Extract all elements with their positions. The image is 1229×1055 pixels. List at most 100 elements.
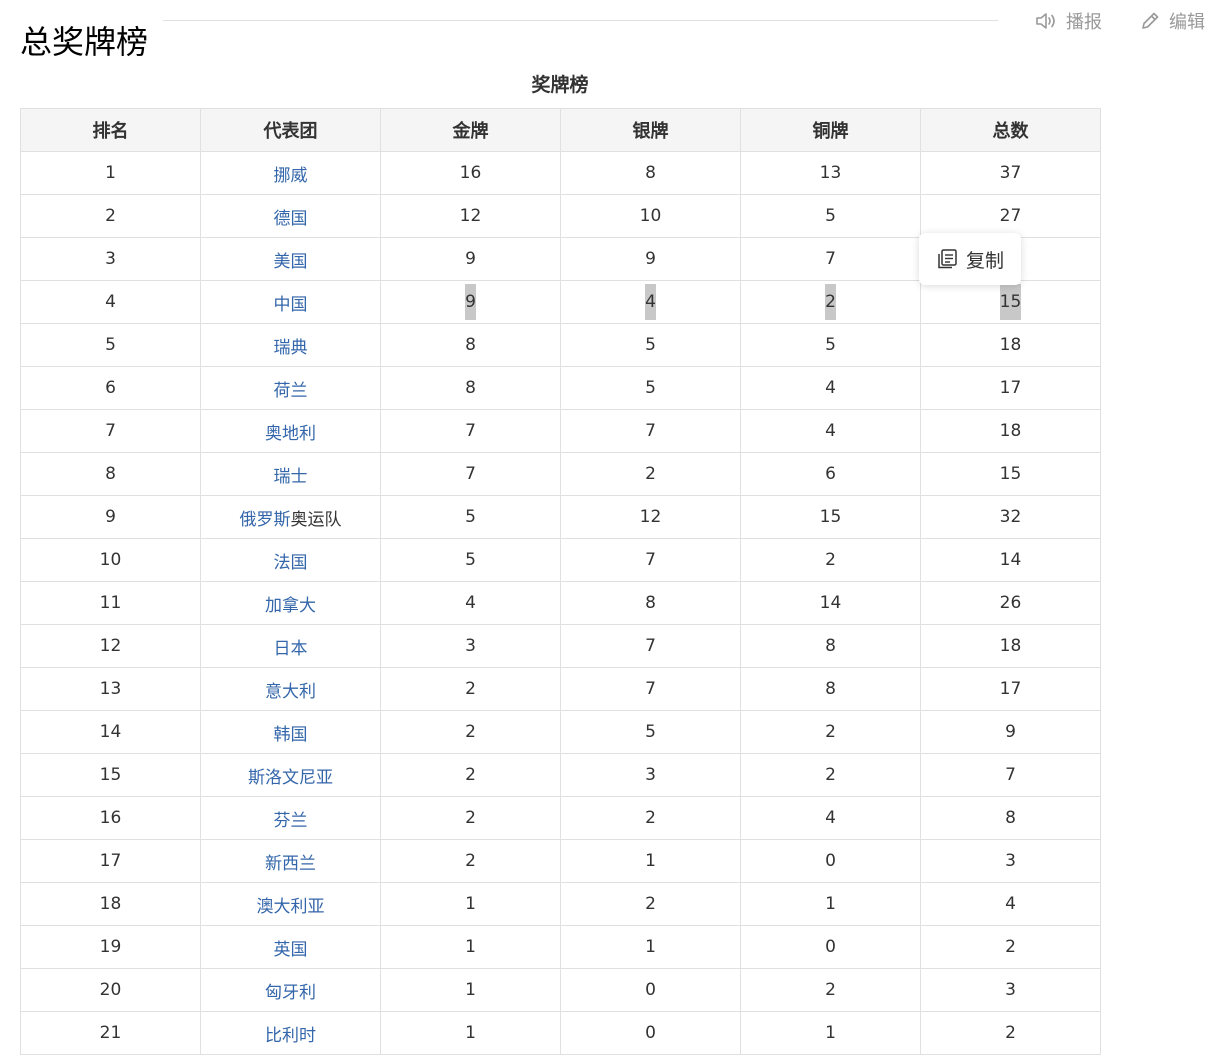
total-cell: 18: [920, 624, 1101, 668]
team-cell: 比利时: [200, 1011, 381, 1055]
silver-cell: 0: [560, 1011, 741, 1055]
gold-cell: 1: [380, 968, 561, 1012]
team-link[interactable]: 法国: [274, 553, 308, 573]
team-cell: 澳大利亚: [200, 882, 381, 926]
table-caption: 奖牌榜: [531, 74, 589, 96]
table-row: 21 比利时 1 0 1 2: [20, 1011, 1101, 1055]
bronze-cell: 14: [740, 581, 921, 625]
gold-cell: 5: [380, 538, 561, 582]
gold-cell: 9: [380, 237, 561, 281]
gold-cell: 4: [380, 581, 561, 625]
total-cell: 3: [920, 839, 1101, 883]
rank-cell: 15: [20, 753, 201, 797]
team-link[interactable]: 加拿大: [265, 596, 316, 616]
team-suffix: 奥运队: [290, 509, 342, 530]
rank-cell: 6: [20, 366, 201, 410]
table-row: 8 瑞士 7 2 6 15: [20, 452, 1101, 496]
gold-cell: 2: [380, 753, 561, 797]
bronze-cell: 4: [740, 366, 921, 410]
team-link[interactable]: 新西兰: [265, 854, 316, 874]
gold-cell: 1: [380, 1011, 561, 1055]
rank-cell: 21: [20, 1011, 201, 1055]
selected-value: 2: [825, 284, 836, 320]
total-cell: 8: [920, 796, 1101, 840]
silver-cell: 7: [560, 667, 741, 711]
team-cell: 韩国: [200, 710, 381, 754]
rank-cell: 14: [20, 710, 201, 754]
bronze-cell: 2: [740, 968, 921, 1012]
bronze-cell: 7: [740, 237, 921, 281]
table-body: 1挪威16813372德国12105273美国997254中国942155瑞典8…: [20, 151, 1101, 1055]
team-cell: 英国: [200, 925, 381, 969]
team-cell: 斯洛文尼亚: [200, 753, 381, 797]
gold-cell: 7: [380, 452, 561, 496]
team-link[interactable]: 瑞典: [274, 338, 308, 358]
total-cell: 18: [920, 409, 1101, 453]
team-link[interactable]: 瑞士: [274, 467, 308, 487]
rank-cell: 9: [20, 495, 201, 539]
team-cell: 加拿大: [200, 581, 381, 625]
silver-cell: 8: [560, 151, 741, 195]
title-divider: [163, 20, 998, 21]
silver-cell: 0: [560, 968, 741, 1012]
total-cell: 15: [920, 452, 1101, 496]
team-cell: 意大利: [200, 667, 381, 711]
table-header-row: 排名 代表团 金牌 银牌 铜牌 总数: [20, 108, 1101, 152]
team-link[interactable]: 斯洛文尼亚: [248, 768, 333, 788]
bronze-cell: 5: [740, 194, 921, 238]
selected-value: 15: [999, 284, 1022, 320]
team-link[interactable]: 韩国: [274, 725, 308, 745]
team-link[interactable]: 匈牙利: [265, 983, 316, 1003]
team-link[interactable]: 中国: [274, 295, 308, 315]
page-header: 总奖牌榜 播报 编辑: [0, 0, 1229, 61]
gold-cell: 1: [380, 925, 561, 969]
table-row: 13 意大利 2 7 8 17: [20, 667, 1101, 711]
team-link[interactable]: 意大利: [265, 682, 316, 702]
silver-cell: 7: [560, 409, 741, 453]
team-link[interactable]: 俄罗斯: [240, 510, 291, 530]
total-cell: 17: [920, 366, 1101, 410]
selected-value: 4: [645, 284, 656, 320]
team-link[interactable]: 英国: [274, 940, 308, 960]
bronze-cell: 2: [740, 538, 921, 582]
bronze-cell: 4: [740, 409, 921, 453]
silver-cell: 12: [560, 495, 741, 539]
team-cell: 荷兰: [200, 366, 381, 410]
team-link[interactable]: 比利时: [265, 1026, 316, 1046]
rank-cell: 5: [20, 323, 201, 367]
table-row: 4 中国 9 4 2 15: [20, 280, 1101, 324]
total-cell: 37: [920, 151, 1101, 195]
team-link[interactable]: 荷兰: [274, 381, 308, 401]
play-button[interactable]: 播报: [1034, 8, 1102, 34]
total-cell: 2: [920, 1011, 1101, 1055]
team-cell: 日本: [200, 624, 381, 668]
table-row: 17 新西兰 2 1 0 3: [20, 839, 1101, 883]
speaker-icon: [1036, 13, 1055, 29]
bronze-cell: 8: [740, 667, 921, 711]
rank-cell: 1: [20, 151, 201, 195]
play-label: 播报: [1066, 12, 1102, 33]
bronze-cell: 15: [740, 495, 921, 539]
silver-cell: 2: [560, 452, 741, 496]
column-header-silver: 银牌: [560, 108, 741, 152]
team-link[interactable]: 芬兰: [274, 811, 308, 831]
team-link[interactable]: 奥地利: [265, 424, 316, 444]
rank-cell: 13: [20, 667, 201, 711]
copy-button[interactable]: 复制: [919, 233, 1021, 285]
gold-cell: 3: [380, 624, 561, 668]
bronze-cell: 5: [740, 323, 921, 367]
rank-cell: 19: [20, 925, 201, 969]
team-link[interactable]: 挪威: [274, 166, 308, 186]
total-cell: 14: [920, 538, 1101, 582]
column-header-gold: 金牌: [380, 108, 561, 152]
edit-button[interactable]: 编辑: [1139, 8, 1205, 34]
column-header-team: 代表团: [200, 108, 381, 152]
gold-cell: 2: [380, 710, 561, 754]
team-link[interactable]: 日本: [274, 639, 308, 659]
total-cell: 27: [920, 194, 1101, 238]
team-link[interactable]: 澳大利亚: [257, 897, 325, 917]
team-link[interactable]: 德国: [274, 209, 308, 229]
team-link[interactable]: 美国: [274, 252, 308, 272]
rank-cell: 7: [20, 409, 201, 453]
table-row: 6 荷兰 8 5 4 17: [20, 366, 1101, 410]
